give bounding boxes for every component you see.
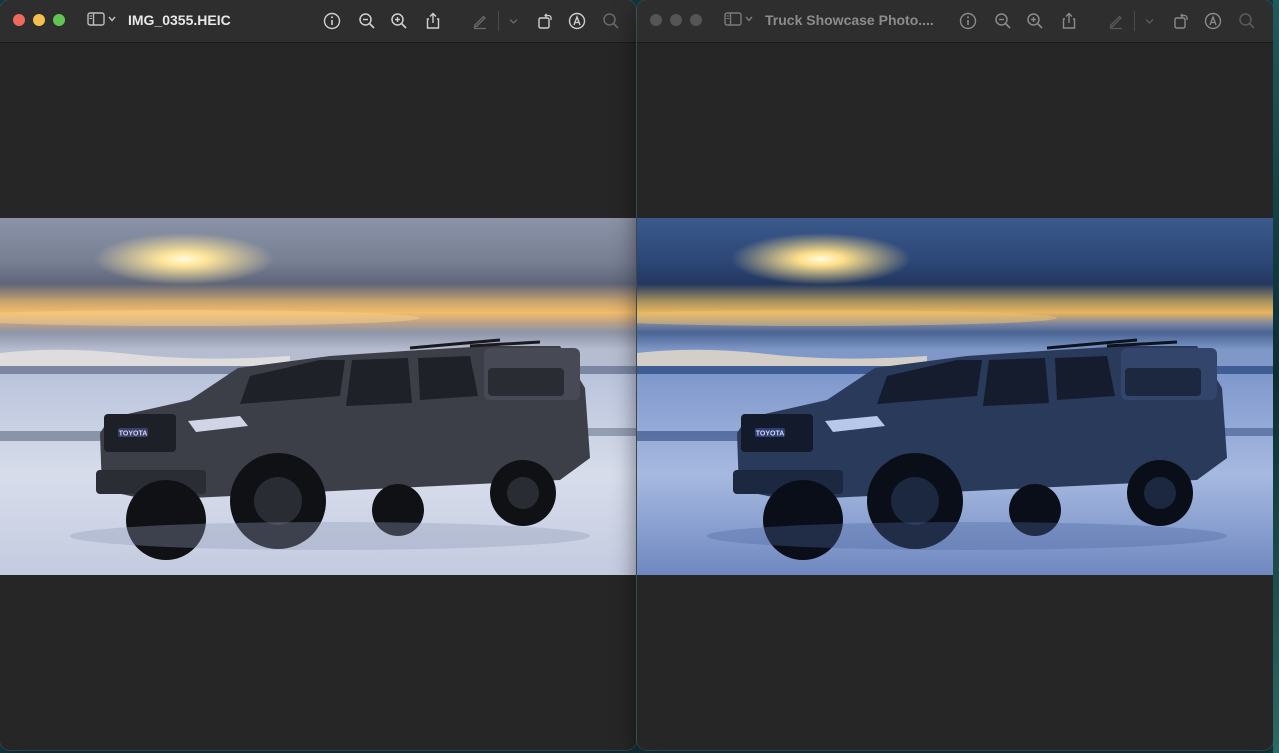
markup-icon [568,12,586,30]
truck-photo-image: TOYOTA [637,218,1273,575]
zoom-out-icon [359,13,375,29]
fullscreen-button[interactable] [53,14,65,26]
sidebar-icon [724,12,742,26]
share-button[interactable] [1058,10,1080,32]
truck-photo-image: TOYOTA [0,218,636,575]
markup-pen-icon [1109,15,1122,30]
info-icon [323,12,341,30]
desktop-wallpaper-edge [1273,0,1279,753]
preview-window-left[interactable]: IMG_0355.HEIC TOYOTA [0,0,636,750]
info-button[interactable] [321,10,343,32]
preview-window-right[interactable]: Truck Showcase Photo.... TOYOTA [637,0,1273,750]
traffic-lights [650,14,702,26]
zoom-in-button[interactable] [388,10,410,32]
toolbar-separator [498,11,499,31]
info-icon [959,12,977,30]
grille-badge: TOYOTA [119,431,148,438]
rotate-button[interactable] [1170,10,1192,32]
window-title: Truck Showcase Photo.... [765,12,934,28]
fullscreen-button[interactable] [690,14,702,26]
sidebar-icon [87,12,105,26]
markup-icon [1204,12,1222,30]
info-button[interactable] [957,10,979,32]
search-icon [603,13,619,29]
markup-menu-button[interactable] [1138,10,1160,32]
grille-badge: TOYOTA [756,431,785,438]
minimize-button[interactable] [670,14,682,26]
toolbar-separator [1134,11,1135,31]
rotate-button[interactable] [534,10,556,32]
zoom-out-icon [995,13,1011,29]
zoom-in-icon [1027,13,1043,29]
markup-toolbar-button[interactable] [566,10,588,32]
zoom-in-button[interactable] [1024,10,1046,32]
zoom-in-icon [391,13,407,29]
chevron-down-icon [1145,18,1153,24]
close-button[interactable] [650,14,662,26]
chevron-down-icon [108,16,116,22]
markup-pen-icon [473,15,486,30]
share-icon [426,12,440,29]
window-title: IMG_0355.HEIC [128,12,231,28]
markup-pen-button[interactable] [469,10,491,32]
markup-menu-button[interactable] [502,10,524,32]
truck-photo: TOYOTA [0,218,636,575]
zoom-out-button[interactable] [356,10,378,32]
image-canvas[interactable]: TOYOTA [0,43,636,750]
close-button[interactable] [13,14,25,26]
sidebar-toggle-button[interactable] [87,11,116,27]
rotate-icon [1174,13,1188,29]
share-button[interactable] [422,10,444,32]
traffic-lights [13,14,65,26]
markup-toolbar-button[interactable] [1202,10,1224,32]
search-button[interactable] [600,10,622,32]
minimize-button[interactable] [33,14,45,26]
share-icon [1062,12,1076,29]
titlebar[interactable]: Truck Showcase Photo.... [637,0,1273,43]
chevron-down-icon [509,18,517,24]
search-icon [1239,13,1255,29]
titlebar[interactable]: IMG_0355.HEIC [0,0,636,43]
search-button[interactable] [1236,10,1258,32]
rotate-icon [538,13,552,29]
sidebar-toggle-button[interactable] [724,11,753,27]
zoom-out-button[interactable] [992,10,1014,32]
truck-photo: TOYOTA [637,218,1273,575]
chevron-down-icon [745,16,753,22]
image-canvas[interactable]: TOYOTA [637,43,1273,750]
markup-pen-button[interactable] [1105,10,1127,32]
desktop: IMG_0355.HEIC TOYOTA Truck Showcase Phot… [0,0,1279,753]
